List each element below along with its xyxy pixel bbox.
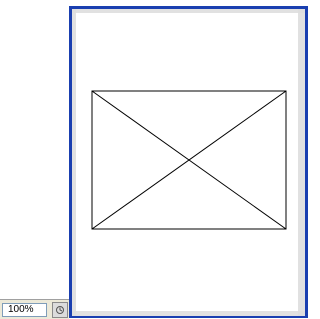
document-canvas[interactable] bbox=[69, 6, 308, 318]
app-window: 100% bbox=[0, 0, 320, 319]
status-glyph-icon bbox=[56, 306, 64, 314]
pane-divider bbox=[0, 0, 1, 300]
status-bar: 100% bbox=[0, 299, 69, 319]
page-artboard bbox=[91, 90, 287, 230]
document-status-icon[interactable] bbox=[52, 302, 68, 318]
zoom-level-field[interactable]: 100% bbox=[2, 303, 47, 317]
